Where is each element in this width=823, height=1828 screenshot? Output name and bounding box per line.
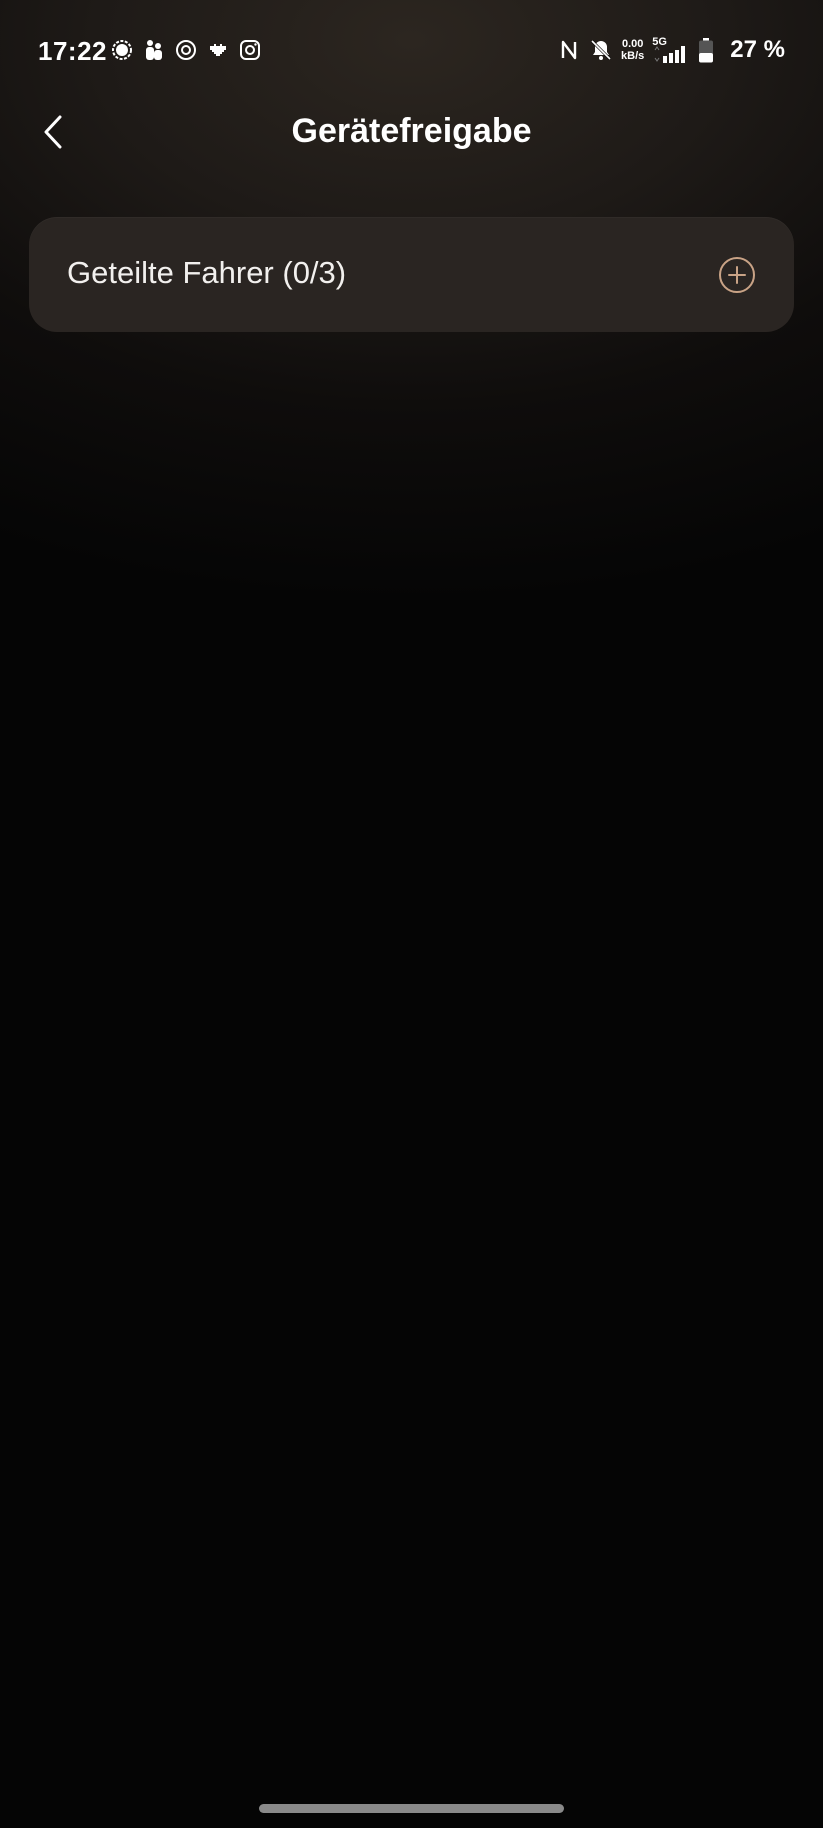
battery-percent: 27 %: [730, 36, 785, 63]
heart-pixel-icon: [206, 38, 230, 62]
mobile-network: 5G: [652, 36, 690, 64]
network-speed-unit: kB/s: [621, 50, 645, 62]
notification-icons: [110, 38, 262, 62]
system-status-icons: 0.00 kB/s 5G 27 %: [557, 36, 785, 64]
home-indicator[interactable]: [259, 1804, 564, 1813]
nfc-icon: [557, 38, 581, 62]
lion-icon: [174, 38, 198, 62]
instagram-icon: [238, 38, 262, 62]
page-title: Gerätefreigabe: [291, 112, 532, 150]
signal-bars-icon: [654, 46, 686, 63]
status-bar: 17:22 0.00 kB/s 5G 27 %: [0, 0, 823, 104]
plus-circle-icon: [719, 257, 755, 293]
shared-drivers-label: Geteilte Fahrer (0/3): [67, 255, 347, 290]
status-time: 17:22: [38, 36, 107, 66]
add-driver-button[interactable]: [718, 256, 756, 294]
battery-icon: [698, 38, 722, 63]
family-icon: [142, 38, 166, 62]
app-header: Gerätefreigabe: [0, 104, 823, 160]
bell-off-icon: [589, 38, 613, 62]
shared-drivers-card: Geteilte Fahrer (0/3): [29, 217, 794, 332]
signal-messenger-icon: [110, 38, 134, 62]
network-speed-value: 0.00: [621, 38, 644, 50]
network-speed: 0.00 kB/s: [621, 38, 644, 62]
